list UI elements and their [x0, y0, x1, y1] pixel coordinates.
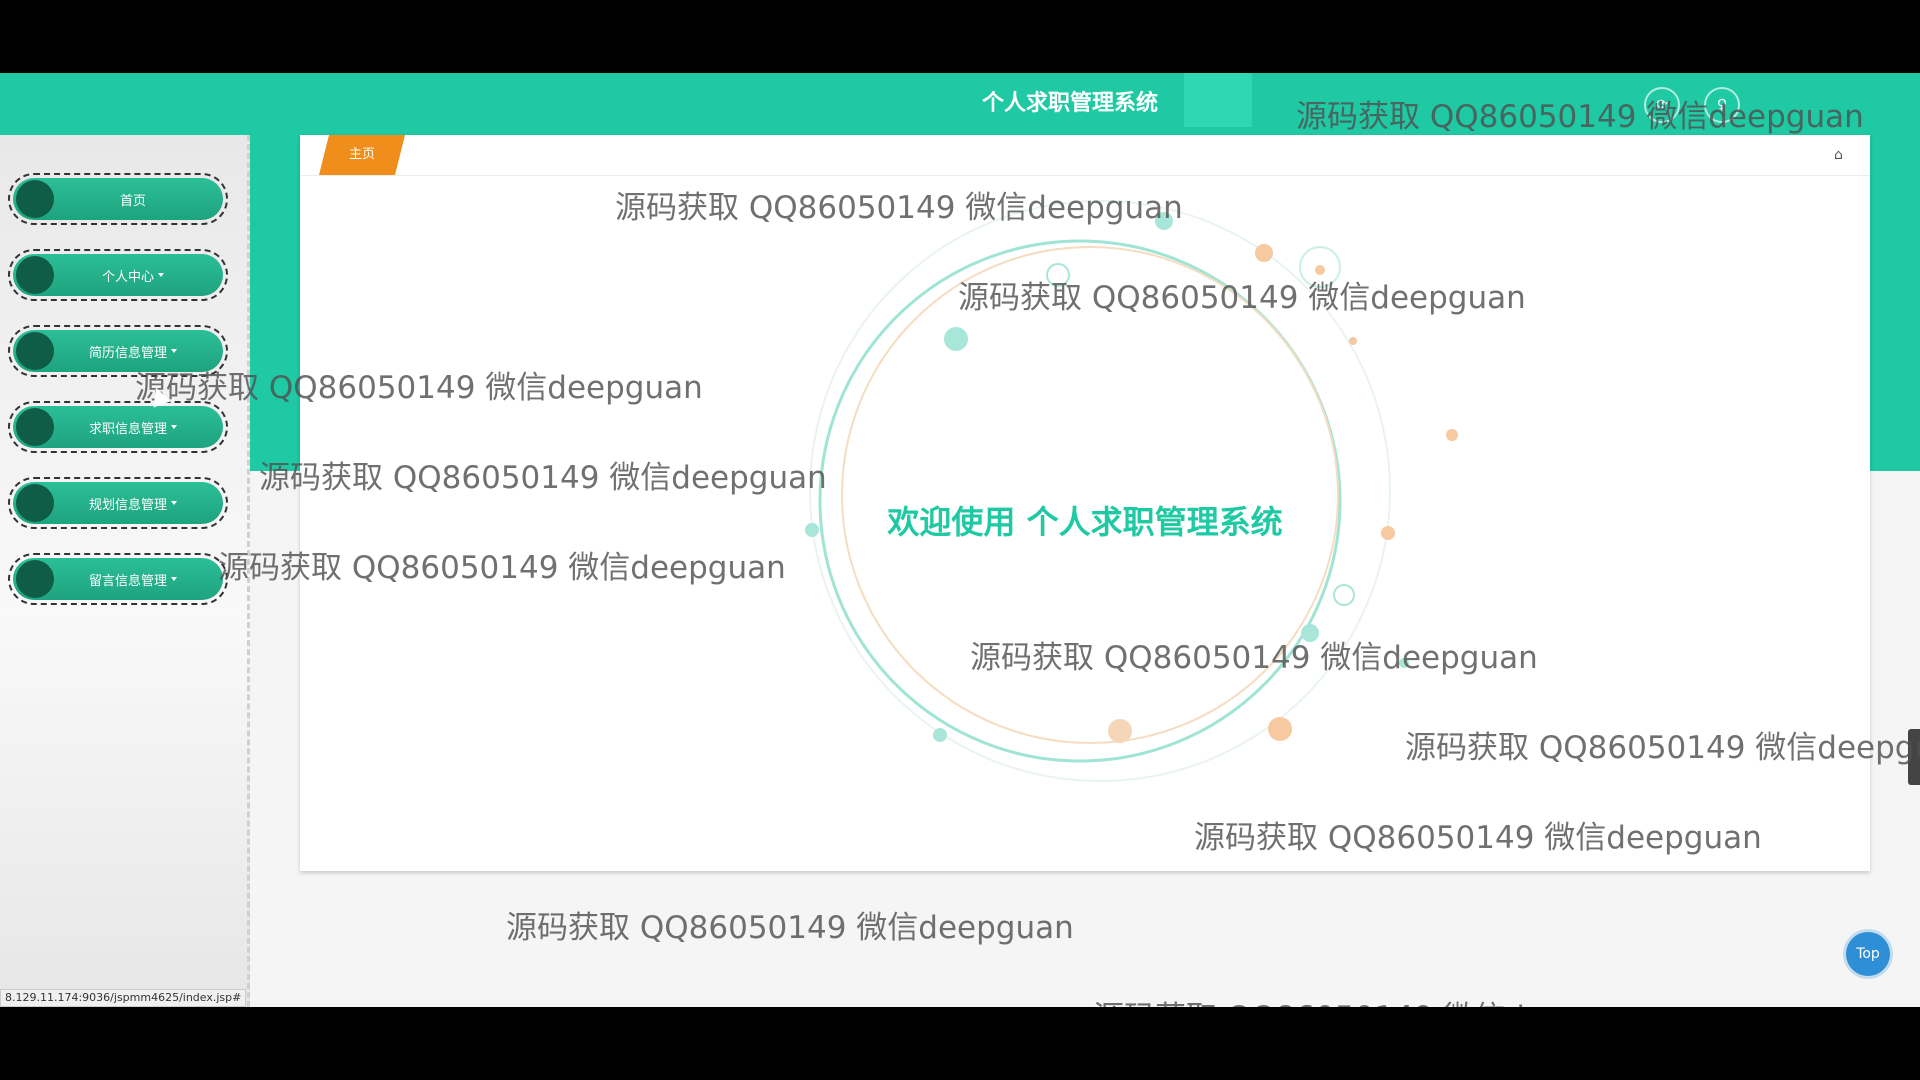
watermark-text: 源码获取 QQ86050149 微信deepguan: [1093, 992, 1661, 1007]
caret-down-icon: [171, 501, 177, 505]
ring-dot: [1349, 337, 1357, 345]
watermark-text: 源码获取 QQ86050149 微信deepguan: [615, 190, 1183, 226]
menu-dot-icon: [16, 180, 54, 218]
watermark-text: 源码获取 QQ86050149 微信deepguan: [218, 550, 786, 586]
menu-dot-icon: [16, 484, 54, 522]
back-to-top-button[interactable]: Top: [1846, 932, 1890, 976]
watermark-text: 源码获取 QQ86050149 微信deepguan: [1405, 730, 1920, 766]
sidebar-item-label: 个人中心: [101, 269, 154, 285]
app-window: 个人求职管理系统 ⟳ ♀ 首页 个人中心 简历信息管理 求职信息管理 规划信息管…: [0, 73, 1920, 1007]
sidebar-item-label: 规划信息管理: [88, 497, 167, 513]
sidebar-item-job[interactable]: 求职信息管理: [8, 401, 228, 453]
sidebar-item-home[interactable]: 首页: [8, 173, 228, 225]
ring-dot: [1446, 429, 1458, 441]
watermark-text: 源码获取 QQ86050149 微信deepguan: [259, 460, 827, 496]
ring-dot: [1108, 719, 1132, 743]
ring-dot: [1255, 244, 1273, 262]
ring-dot: [1268, 717, 1292, 741]
tab-home[interactable]: 主页: [319, 135, 405, 175]
status-bar-url: 8.129.11.174:9036/jspmm4625/index.jsp#: [0, 989, 247, 1007]
home-icon[interactable]: ⌂: [1834, 147, 1850, 163]
sidebar-item-label: 简历信息管理: [88, 345, 167, 361]
watermark-text: 源码获取 QQ86050149 微信deepguan: [970, 640, 1538, 676]
watermark-text: 源码获取 QQ86050149 微信deepguan: [135, 370, 703, 406]
watermark-text: 源码获取 QQ86050149 微信deepguan: [506, 910, 1074, 946]
watermark-text: 源码获取 QQ86050149 微信deepguan: [1194, 820, 1762, 856]
ring-dot: [1333, 584, 1355, 606]
sidebar-item-planning[interactable]: 规划信息管理: [8, 477, 228, 529]
sidebar-item-personal-center[interactable]: 个人中心: [8, 249, 228, 301]
header-notch-decoration: [1184, 73, 1252, 143]
menu-dot-icon: [16, 408, 54, 446]
ring-dot: [933, 728, 947, 742]
watermark-text: 源码获取 QQ86050149 微信deepguan: [958, 280, 1526, 316]
sidebar-item-label: 求职信息管理: [88, 421, 167, 437]
tab-bar: 主页 ⌂: [300, 135, 1870, 176]
watermark-text: 源码获取 QQ86050149 微信deepguan: [1296, 99, 1864, 135]
sidebar: 首页 个人中心 简历信息管理 求职信息管理 规划信息管理 留言信息管理 8.12…: [0, 135, 250, 1007]
menu-dot-icon: [16, 332, 54, 370]
menu-dot-icon: [16, 256, 54, 294]
sidebar-item-messages[interactable]: 留言信息管理: [8, 553, 228, 605]
welcome-message: 欢迎使用 个人求职管理系统: [887, 503, 1283, 541]
sidebar-item-label: 留言信息管理: [88, 573, 167, 589]
header-title: 个人求职管理系统: [981, 91, 1158, 116]
tab-home-label: 主页: [348, 147, 375, 162]
sidebar-item-label: 首页: [119, 193, 146, 209]
caret-down-icon: [171, 425, 177, 429]
caret-down-icon: [171, 577, 177, 581]
menu-dot-icon: [16, 560, 54, 598]
ring-dot: [944, 327, 968, 351]
caret-down-icon: [171, 349, 177, 353]
caret-down-icon: [158, 273, 164, 277]
